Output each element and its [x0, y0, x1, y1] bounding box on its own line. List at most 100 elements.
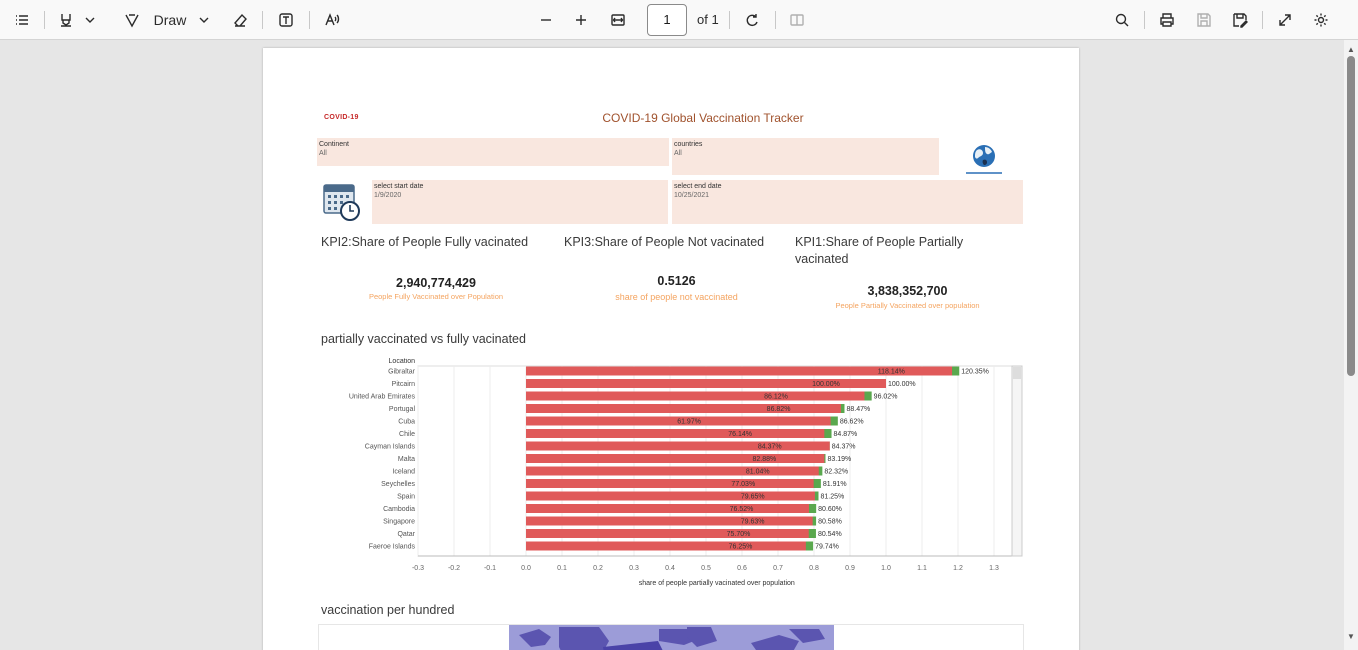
end-date-label: select end date	[674, 183, 722, 190]
row-header: Location	[389, 358, 416, 365]
data-label-partially: 88.47%	[846, 406, 870, 413]
data-label-partially: 80.54%	[818, 531, 842, 538]
data-label-fully: 76.14%	[728, 431, 752, 438]
continent-filter-label: Continent	[319, 141, 349, 148]
bar-fully	[526, 391, 865, 401]
kpi-not-title: KPI3:Share of People Not vacinated	[564, 235, 765, 249]
save-as-icon[interactable]	[1228, 6, 1252, 34]
toolbar-divider	[44, 11, 45, 29]
category-label: Portugal	[389, 406, 416, 413]
x-tick-label: 0.3	[629, 565, 639, 572]
x-tick-label: 0.4	[665, 565, 675, 572]
read-aloud-icon[interactable]	[320, 6, 344, 34]
rotate-icon[interactable]	[740, 6, 764, 34]
kpi-partially-title: KPI1:Share of People Partially vacinated	[795, 235, 964, 266]
two-page-view-icon[interactable]	[785, 6, 809, 34]
toolbar-divider	[775, 11, 776, 29]
zoom-out-icon[interactable]	[534, 6, 558, 34]
x-tick-label: 1.2	[953, 565, 963, 572]
countries-filter-value: All	[674, 150, 682, 157]
data-label-partially: 82.32%	[824, 469, 848, 476]
data-label-fully: 76.25%	[729, 544, 753, 551]
kpi-not-subtitle: share of people not vaccinated	[615, 292, 738, 302]
category-label: Malta	[398, 456, 415, 463]
globe-icon	[966, 145, 1002, 174]
scroll-down-icon[interactable]: ▼	[1347, 632, 1355, 641]
kpi-partially-value: 3,838,352,700	[867, 284, 948, 298]
data-label-partially: 81.91%	[823, 481, 847, 488]
scroll-up-icon[interactable]: ▲	[1347, 45, 1355, 54]
draw-button[interactable]: Draw	[150, 6, 190, 34]
bar-fully	[526, 491, 815, 501]
text-box-icon[interactable]	[274, 6, 298, 34]
countries-filter[interactable]: countries All	[672, 138, 939, 175]
kpi-fully-value: 2,940,774,429	[396, 276, 476, 290]
dashboard-title: COVID-19 Global Vaccination Tracker	[602, 111, 804, 125]
data-label-fully: 75.70%	[727, 531, 751, 538]
eraser-icon[interactable]	[228, 6, 252, 34]
bar-fully	[526, 504, 809, 513]
category-label: Cambodia	[383, 506, 415, 513]
data-label-partially: 80.58%	[818, 519, 842, 526]
data-label-partially: 83.19%	[827, 456, 851, 463]
category-label: Cuba	[398, 419, 415, 426]
data-label-partially: 81.25%	[821, 494, 845, 501]
toolbar-divider	[1262, 11, 1263, 29]
start-date-filter[interactable]: select start date 1/9/2020	[372, 180, 668, 224]
save-icon[interactable]	[1192, 6, 1216, 34]
category-label: Seychelles	[381, 481, 415, 488]
settings-gear-icon[interactable]	[1309, 6, 1333, 34]
category-label: Singapore	[383, 519, 415, 526]
expand-icon[interactable]	[1273, 6, 1297, 34]
countries-filter-label: countries	[674, 141, 703, 148]
bar-fully	[526, 441, 830, 451]
draw-pen-icon[interactable]	[120, 6, 144, 34]
continent-filter[interactable]: Continent All	[317, 138, 669, 166]
vertical-scrollbar[interactable]: ▲ ▼	[1344, 40, 1358, 650]
draw-chevron-down-icon[interactable]	[196, 6, 212, 34]
x-tick-label: 1.1	[917, 565, 927, 572]
bar-fully	[526, 516, 813, 526]
page-number-input[interactable]: 1	[647, 4, 687, 36]
print-icon[interactable]	[1155, 6, 1179, 34]
pdf-page: COVID-19 COVID-19 Global Vaccination Tra…	[263, 48, 1079, 650]
data-label-partially: 84.87%	[834, 431, 858, 438]
x-tick-label: 0.9	[845, 565, 855, 572]
end-date-value: 10/25/2021	[674, 192, 710, 199]
x-tick-label: -0.3	[412, 565, 424, 572]
bar-fully	[526, 404, 841, 413]
data-label-partially: 79.74%	[815, 544, 839, 551]
data-label-fully: 76.52%	[730, 506, 754, 513]
contents-list-icon[interactable]	[10, 6, 34, 34]
data-label-fully: 82.88%	[752, 456, 776, 463]
data-label-fully: 100.00%	[812, 381, 840, 388]
x-tick-label: 1.3	[989, 565, 999, 572]
zoom-in-icon[interactable]	[569, 6, 593, 34]
start-date-label: select start date	[374, 183, 424, 190]
highlighter-icon[interactable]	[54, 6, 78, 34]
category-label: Gibraltar	[388, 369, 416, 376]
x-tick-label: 0.2	[593, 565, 603, 572]
highlighter-chevron-down-icon[interactable]	[82, 6, 98, 34]
bar-chart: Location -0.3 -0.2 -0.1 0.0 0.1 0.2 0.3 0.4 0.5 0.…	[318, 358, 1024, 594]
scrollbar-thumb[interactable]	[1347, 56, 1355, 376]
data-label-fully: 61.97%	[677, 419, 701, 426]
category-label: Faeroe Islands	[369, 544, 416, 551]
page-count-label: of 1	[697, 12, 719, 27]
bar-fully	[526, 429, 825, 438]
x-tick-label: 0.5	[701, 565, 711, 572]
end-date-filter[interactable]: select end date 10/25/2021	[672, 180, 1023, 224]
toolbar-divider	[729, 11, 730, 29]
category-label: United Arab Emirates	[349, 394, 416, 401]
bar-fully	[526, 529, 809, 538]
data-label-fully: 81.04%	[746, 469, 770, 476]
search-icon[interactable]	[1110, 6, 1134, 34]
x-tick-label: -0.2	[448, 565, 460, 572]
vaccination-map	[318, 624, 1024, 650]
x-tick-label: 0.0	[521, 565, 531, 572]
fit-to-width-icon[interactable]	[606, 6, 630, 34]
calendar-clock-icon	[323, 184, 360, 221]
continent-filter-value: All	[319, 150, 327, 157]
data-label-fully: 86.12%	[764, 394, 788, 401]
kpi-fully-subtitle: People Fully Vaccinated over Population	[368, 292, 504, 301]
